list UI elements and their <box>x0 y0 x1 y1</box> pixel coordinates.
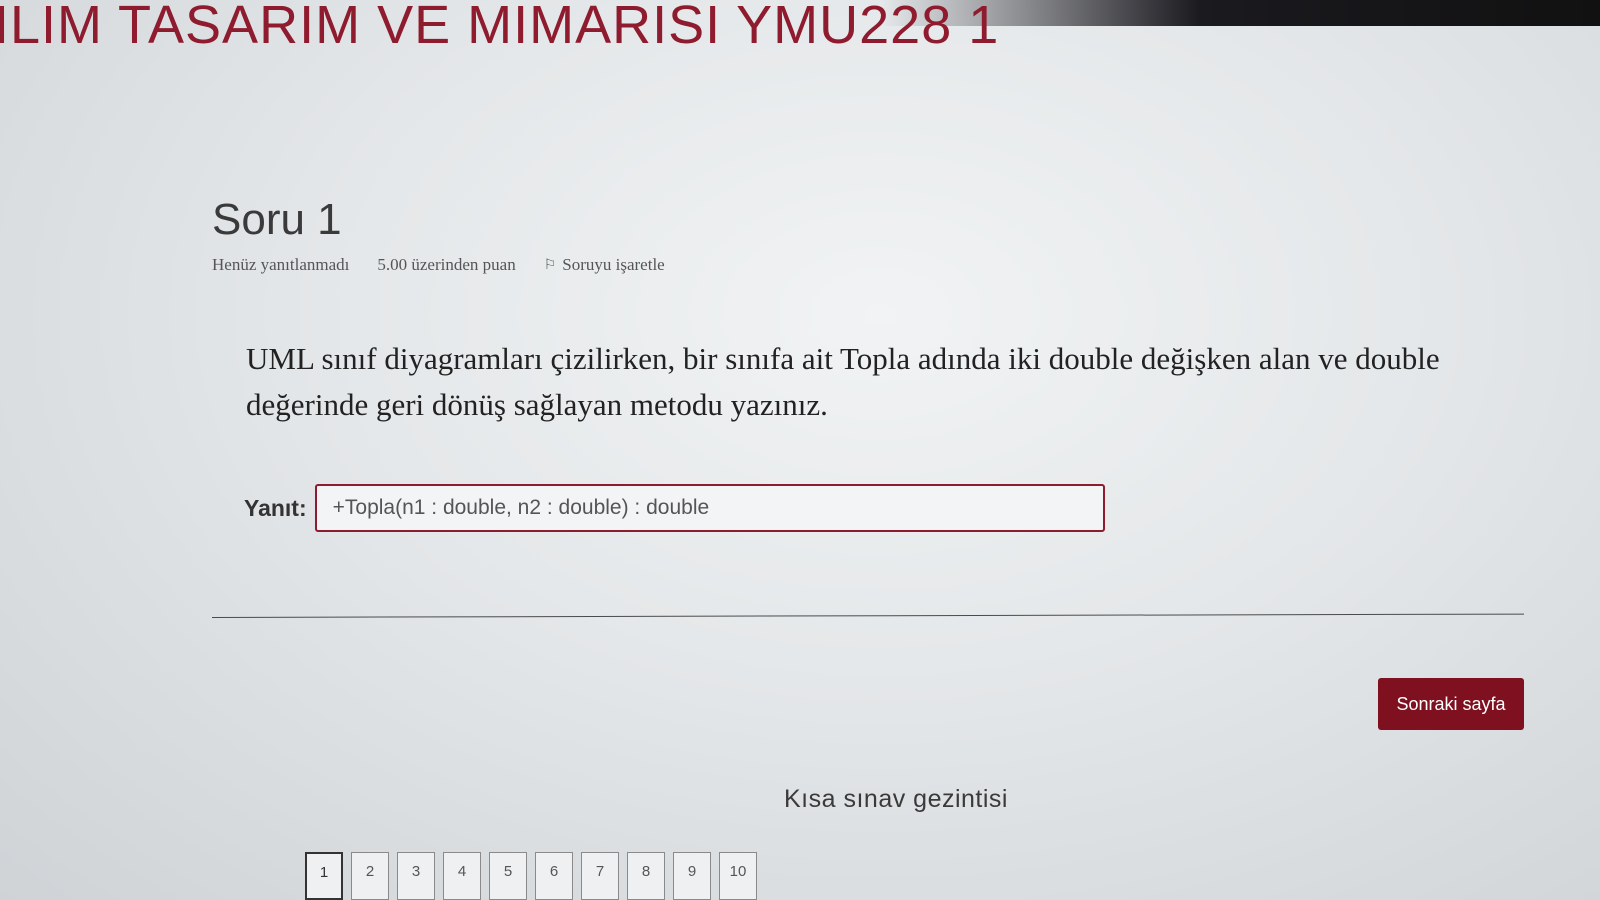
divider <box>211 613 1524 618</box>
quiz-nav-item[interactable]: 4 <box>443 852 481 900</box>
question-status: Henüz yanıtlanmadı <box>212 255 350 274</box>
next-page-button[interactable]: Sonraki sayfa <box>1378 678 1524 730</box>
question-points: 5.00 üzerinden puan <box>377 255 516 274</box>
quiz-nav-item[interactable]: 3 <box>397 852 435 900</box>
question-number: Soru 1 <box>212 195 342 244</box>
answer-row: Yanıt: <box>244 484 1105 532</box>
course-title: ILIM TASARIM VE MIMARISI YMU228 1 <box>0 0 1000 55</box>
quiz-nav-item[interactable]: 8 <box>627 852 665 900</box>
quiz-nav-item[interactable]: 6 <box>535 852 573 900</box>
quiz-navigation-title: Kısa sınav gezintisi <box>784 785 1008 813</box>
quiz-nav-item[interactable]: 1 <box>305 852 343 900</box>
answer-input[interactable] <box>314 484 1105 532</box>
question-info: Soru 1 Henüz yanıtlanmadı 5.00 üzerinden… <box>212 195 1522 275</box>
flag-icon: ⚐ <box>543 257 557 273</box>
flag-question-label: Soruyu işaretle <box>562 255 665 274</box>
quiz-navigation: 1 2 3 4 5 6 7 8 9 10 <box>305 852 757 900</box>
flag-question-link[interactable]: ⚐ Soruyu işaretle <box>544 255 665 275</box>
quiz-nav-item[interactable]: 5 <box>489 852 527 900</box>
quiz-nav-item[interactable]: 2 <box>351 852 389 900</box>
question-text: UML sınıf diyagramları çizilirken, bir s… <box>246 341 1440 422</box>
quiz-nav-item[interactable]: 10 <box>719 852 757 900</box>
answer-label: Yanıt: <box>244 494 307 521</box>
question-meta: Henüz yanıtlanmadı 5.00 üzerinden puan ⚐… <box>212 255 1522 275</box>
quiz-nav-item[interactable]: 7 <box>581 852 619 900</box>
quiz-nav-item[interactable]: 9 <box>673 852 711 900</box>
